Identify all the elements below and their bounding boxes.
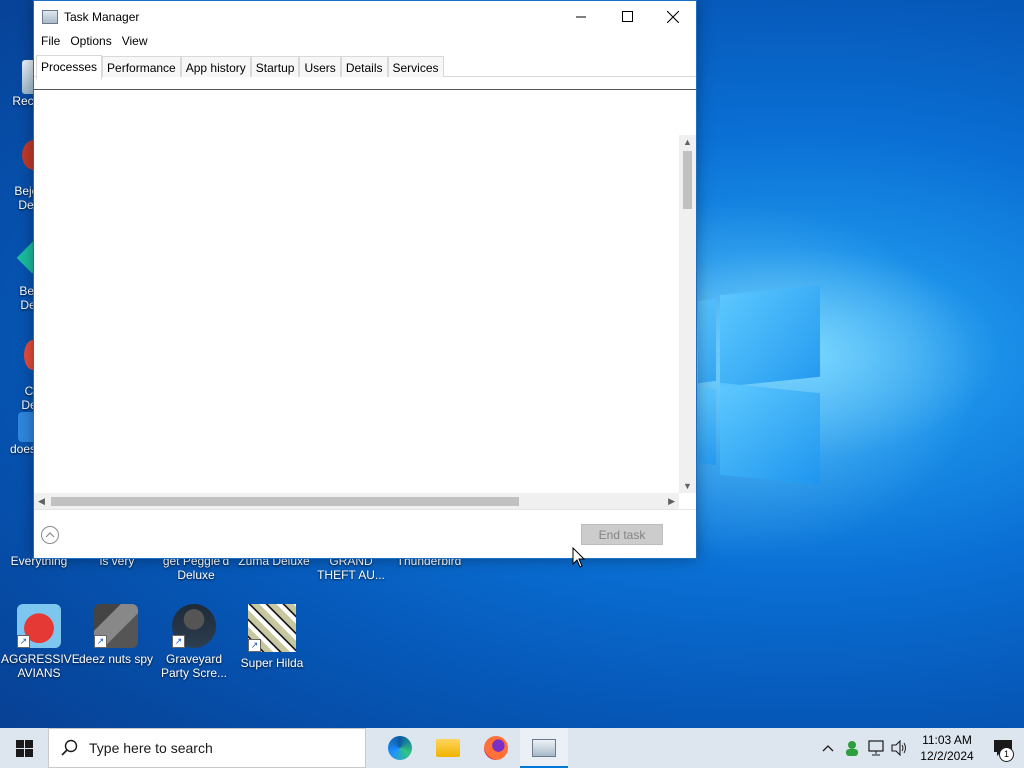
show-hidden-icons-button[interactable] bbox=[816, 728, 840, 768]
chevron-up-icon bbox=[822, 745, 834, 752]
desktop-icon-label: AGGRESSIVE AVIANS bbox=[1, 652, 80, 680]
minimize-button[interactable] bbox=[558, 1, 604, 32]
windows-logo-icon bbox=[15, 739, 33, 757]
scroll-right-icon[interactable]: ▶ bbox=[668, 496, 675, 507]
vertical-scrollbar[interactable]: ▲ ▼ bbox=[679, 135, 696, 493]
tab-users[interactable]: Users bbox=[299, 56, 341, 77]
network-icon bbox=[868, 740, 884, 756]
desktop-icon-super-hilda[interactable]: ↗ Super Hilda bbox=[234, 604, 310, 670]
taskbar-app-task-manager[interactable] bbox=[520, 728, 568, 768]
end-task-button[interactable]: End task bbox=[581, 524, 663, 545]
menu-view[interactable]: View bbox=[117, 34, 153, 48]
wallpaper-logo-pane bbox=[720, 382, 820, 486]
horizontal-scrollbar[interactable]: ◀ ▶ bbox=[34, 493, 679, 510]
windows-stack-icon: ↗ bbox=[94, 604, 138, 648]
search-icon bbox=[61, 739, 78, 756]
tab-startup[interactable]: Startup bbox=[250, 56, 300, 77]
scroll-down-icon[interactable]: ▼ bbox=[683, 481, 692, 491]
desktop-icon-label: deez nuts spy bbox=[78, 652, 154, 666]
window-title: Task Manager bbox=[64, 9, 140, 24]
title-bar[interactable]: Task Manager bbox=[34, 1, 696, 32]
tab-strip: Processes Performance App history Startu… bbox=[34, 54, 696, 80]
tab-details[interactable]: Details bbox=[340, 56, 388, 77]
tab-services[interactable]: Services bbox=[387, 56, 444, 77]
header-divider bbox=[34, 89, 696, 90]
tray-network-button[interactable] bbox=[864, 728, 888, 768]
shortcut-arrow-icon: ↗ bbox=[17, 635, 30, 648]
notification-count-badge: 1 bbox=[999, 747, 1014, 762]
firefox-icon bbox=[484, 736, 508, 760]
taskbar-app-file-explorer[interactable] bbox=[424, 728, 472, 768]
task-manager-icon bbox=[532, 739, 556, 757]
wallpaper-logo-pane bbox=[698, 298, 716, 384]
desktop-icon-aggressive-avians[interactable]: ↗ AGGRESSIVE AVIANS bbox=[1, 604, 80, 680]
tab-app-history[interactable]: App history bbox=[180, 56, 251, 77]
desktop-icon-graveyard-party[interactable]: ↗ Graveyard Party Scre... bbox=[156, 604, 232, 680]
fewer-details-button[interactable] bbox=[41, 526, 59, 544]
task-manager-window[interactable]: Task Manager File Options View Processes… bbox=[33, 0, 697, 559]
clock-date: 12/2/2024 bbox=[920, 749, 974, 763]
file-explorer-icon bbox=[436, 739, 460, 757]
pixel-art-icon: ↗ bbox=[248, 604, 296, 652]
maximize-icon bbox=[621, 11, 633, 22]
clock-time: 11:03 AM bbox=[922, 733, 972, 747]
taskbar-clock[interactable]: 11:03 AM 12/2/2024 bbox=[912, 732, 982, 764]
people-icon bbox=[846, 741, 858, 756]
tab-processes[interactable]: Processes bbox=[36, 55, 103, 80]
chevron-up-icon bbox=[45, 532, 55, 538]
maximize-button[interactable] bbox=[604, 1, 650, 32]
horizontal-scroll-thumb[interactable] bbox=[51, 497, 519, 506]
desktop-icon-label: Graveyard Party Scre... bbox=[160, 652, 228, 680]
close-button[interactable] bbox=[650, 1, 696, 32]
tray-people-button[interactable] bbox=[840, 728, 864, 768]
taskbar: Type here to search 11:03 AM 12/2/2024 1 bbox=[0, 728, 1024, 768]
taskbar-search-box[interactable]: Type here to search bbox=[48, 728, 366, 768]
vertical-scroll-thumb[interactable] bbox=[683, 151, 692, 209]
action-center-button[interactable]: 1 bbox=[982, 728, 1024, 768]
graveyard-icon: ↗ bbox=[172, 604, 216, 648]
taskbar-app-edge[interactable] bbox=[376, 728, 424, 768]
shortcut-arrow-icon: ↗ bbox=[94, 635, 107, 648]
tray-volume-button[interactable] bbox=[888, 728, 912, 768]
menu-bar: File Options View bbox=[34, 32, 696, 50]
shortcut-arrow-icon: ↗ bbox=[172, 635, 185, 648]
minimize-icon bbox=[576, 16, 586, 17]
menu-file[interactable]: File bbox=[36, 34, 65, 48]
edge-icon bbox=[388, 736, 412, 760]
close-icon bbox=[667, 10, 679, 23]
mouse-cursor-icon bbox=[572, 547, 586, 568]
start-button[interactable] bbox=[0, 728, 48, 768]
menu-options[interactable]: Options bbox=[65, 34, 116, 48]
taskbar-app-firefox[interactable] bbox=[472, 728, 520, 768]
desktop-icon-label: Super Hilda bbox=[240, 656, 304, 670]
task-manager-icon bbox=[42, 9, 58, 24]
footer-bar: End task bbox=[34, 509, 696, 558]
tab-performance[interactable]: Performance bbox=[102, 56, 181, 77]
search-placeholder: Type here to search bbox=[89, 740, 213, 756]
shortcut-arrow-icon: ↗ bbox=[248, 639, 261, 652]
system-tray: 11:03 AM 12/2/2024 1 bbox=[816, 728, 1024, 768]
desktop-icon-deez-nuts-spy[interactable]: ↗ deez nuts spy bbox=[78, 604, 154, 666]
wallpaper-logo-pane bbox=[720, 284, 820, 388]
scroll-left-icon[interactable]: ◀ bbox=[38, 496, 45, 507]
wallpaper-logo-pane bbox=[698, 386, 716, 466]
angry-bird-icon: ↗ bbox=[17, 604, 61, 648]
volume-icon bbox=[891, 740, 906, 756]
scroll-up-icon[interactable]: ▲ bbox=[683, 137, 692, 147]
